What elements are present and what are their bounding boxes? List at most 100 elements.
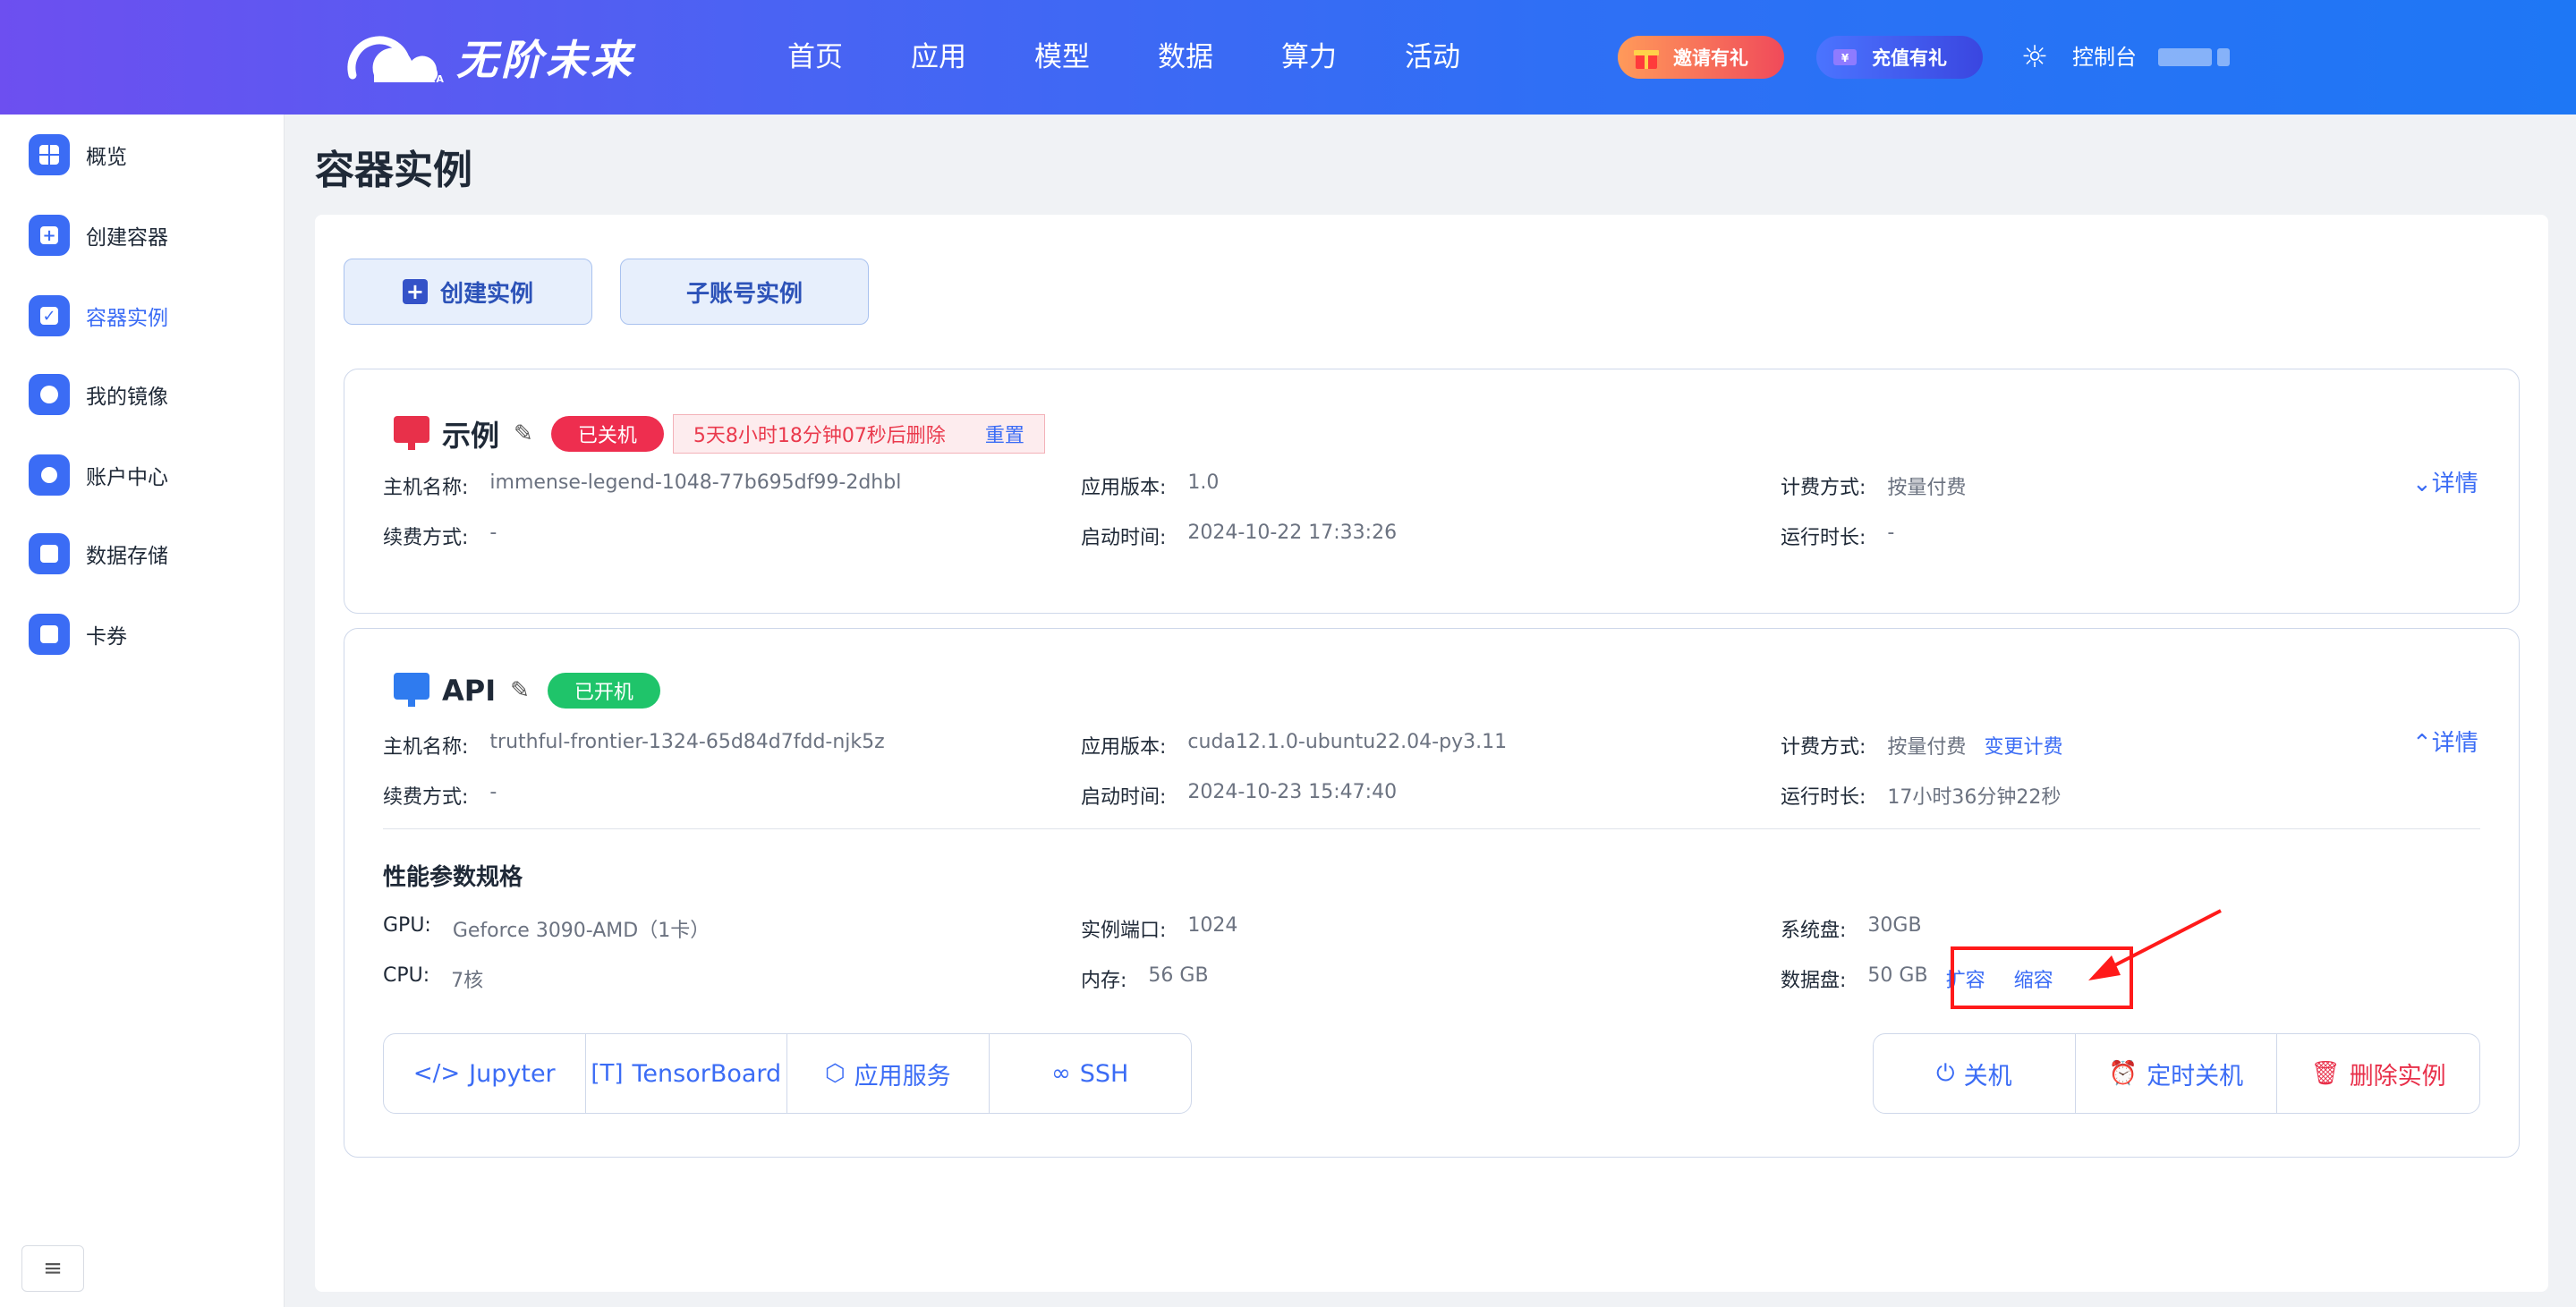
shutdown-label: 关机 <box>1963 1062 2012 1091</box>
chevron-up-icon: ⌃ <box>2412 730 2432 757</box>
ssh-button[interactable]: ∞ SSH <box>990 1034 1192 1113</box>
runtime-value: 17小时36分钟22秒 <box>1887 786 2062 809</box>
runtime-label: 运行时长: <box>1781 527 1866 549</box>
port-label: 实例端口: <box>1081 920 1167 942</box>
cpu-field: CPU: 7核 <box>383 964 483 993</box>
instance-name: 示例 <box>442 419 500 453</box>
system-disk-label: 系统盘: <box>1781 920 1847 942</box>
renew-label: 续费方式: <box>383 786 469 809</box>
nav-data[interactable]: 数据 <box>1158 36 1281 79</box>
sun-icon[interactable]: ☼ <box>2017 39 2053 75</box>
delete-instance-label: 删除实例 <box>2349 1062 2446 1091</box>
reset-link[interactable]: 重置 <box>985 420 1024 448</box>
alarm-clock-icon: ⏰ <box>2108 1060 2138 1087</box>
billing-value: 按量付费 <box>1887 736 1967 759</box>
shutdown-button[interactable]: ⏻ 关机 <box>1874 1034 2076 1113</box>
start-time-label: 启动时间: <box>1081 786 1167 809</box>
voucher-icon: ¥ <box>1827 39 1863 75</box>
create-instance-button[interactable]: + 创建实例 <box>344 259 592 325</box>
instance-title: API ✎ 已开机 <box>394 673 660 709</box>
sidebar-item-overview[interactable]: 概览 <box>29 132 261 177</box>
billing-label: 计费方式: <box>1781 736 1866 759</box>
container-icon: ✓ <box>29 295 70 336</box>
logo-mark: AIVINLA <box>344 25 444 89</box>
details-toggle[interactable]: ⌃详情 <box>2412 725 2478 758</box>
delete-instance-button[interactable]: 🗑 删除实例 <box>2277 1034 2479 1113</box>
runtime-field: 运行时长: - <box>1781 522 1894 550</box>
grid-icon <box>29 134 70 175</box>
account-icon <box>29 454 70 496</box>
sidebar-item-coupons[interactable]: 卡券 <box>29 612 261 657</box>
details-toggle[interactable]: ⌄详情 <box>2412 465 2478 498</box>
console-link[interactable]: 控制台 <box>2072 39 2137 75</box>
cube-icon: ⬡ <box>824 1060 846 1087</box>
cpu-value: 7核 <box>451 970 484 992</box>
sidebar-item-data-storage[interactable]: 数据存储 <box>29 531 261 576</box>
memory-value: 56 GB <box>1148 964 1209 987</box>
sub-account-instances-button[interactable]: 子账号实例 <box>620 259 869 325</box>
sidebar-collapse-button[interactable]: ≡ <box>21 1245 84 1292</box>
sidebar-item-create-container[interactable]: + 创建容器 <box>29 213 261 258</box>
tensorboard-icon: [T] <box>591 1060 624 1087</box>
start-time-field: 启动时间: 2024-10-22 17:33:26 <box>1081 522 1397 550</box>
invite-reward-button[interactable]: 邀请有礼 <box>1618 36 1784 79</box>
data-disk-label: 数据盘: <box>1781 970 1847 992</box>
sidebar-item-account-center[interactable]: 账户中心 <box>29 453 261 497</box>
power-icon: ⏻ <box>1936 1059 1955 1087</box>
tensorboard-button[interactable]: [T] TensorBoard <box>586 1034 787 1113</box>
memory-field: 内存: 56 GB <box>1081 964 1209 993</box>
nav-events[interactable]: 活动 <box>1405 36 1528 79</box>
nav-apps[interactable]: 应用 <box>911 36 1034 79</box>
sidebar-item-label: 卡券 <box>86 625 127 649</box>
scheduled-shutdown-label: 定时关机 <box>2147 1062 2244 1091</box>
invite-reward-label: 邀请有礼 <box>1673 47 1748 69</box>
runtime-field: 运行时长: 17小时36分钟22秒 <box>1781 781 2061 810</box>
gpu-value: Geforce 3090-AMD（1卡） <box>452 920 710 942</box>
sidebar: 概览 + 创建容器 ✓ 容器实例 我的镜像 账户中心 数据存储 卡券 <box>0 115 285 1307</box>
divider <box>383 828 2480 829</box>
coupon-icon <box>29 614 70 655</box>
sidebar-item-container-instances[interactable]: ✓ 容器实例 <box>29 293 261 338</box>
details-label: 详情 <box>2431 730 2478 757</box>
gpu-field: GPU: Geforce 3090-AMD（1卡） <box>383 914 710 943</box>
billing-label: 计费方式: <box>1781 477 1866 499</box>
app-service-button[interactable]: ⬡ 应用服务 <box>787 1034 990 1113</box>
start-time-field: 启动时间: 2024-10-23 15:47:40 <box>1081 781 1397 810</box>
start-time-value: 2024-10-22 17:33:26 <box>1187 522 1398 544</box>
recharge-reward-button[interactable]: ¥ 充值有礼 <box>1816 36 1983 79</box>
port-field: 实例端口: 1024 <box>1081 914 1237 943</box>
edit-icon[interactable]: ✎ <box>510 677 530 704</box>
tensorboard-label: TensorBoard <box>632 1059 782 1088</box>
app-version-label: 应用版本: <box>1081 477 1167 499</box>
host-name-label: 主机名称: <box>383 736 469 759</box>
username-blurred[interactable] <box>2158 48 2233 66</box>
app-version-field: 应用版本: 1.0 <box>1081 471 1219 500</box>
nav-home[interactable]: 首页 <box>787 36 911 79</box>
plus-square-icon: + <box>29 215 70 256</box>
image-icon <box>29 374 70 415</box>
host-name-value: immense-legend-1048-77b695df99-2dhbl <box>489 471 902 494</box>
status-badge: 已关机 <box>550 416 664 452</box>
change-billing-link[interactable]: 变更计费 <box>1984 731 2062 760</box>
status-badge: 已开机 <box>547 673 660 709</box>
system-disk-field: 系统盘: 30GB <box>1781 914 1922 943</box>
logo[interactable]: AIVINLA 无阶未来 <box>344 25 635 89</box>
sidebar-item-label: 创建容器 <box>86 226 168 250</box>
billing-field: 计费方式: 按量付费 变更计费 <box>1781 731 2062 760</box>
jupyter-button[interactable]: </> Jupyter <box>384 1034 586 1113</box>
nav-models[interactable]: 模型 <box>1034 36 1158 79</box>
billing-field: 计费方式: 按量付费 <box>1781 471 1966 500</box>
system-disk-value: 30GB <box>1867 914 1922 937</box>
svg-text:¥: ¥ <box>1841 52 1849 64</box>
top-navigation-bar: AIVINLA 无阶未来 首页 应用 模型 数据 算力 活动 邀请有礼 ¥ 充值… <box>0 0 2576 115</box>
host-name-label: 主机名称: <box>383 477 469 499</box>
sidebar-item-my-images[interactable]: 我的镜像 <box>29 372 261 417</box>
scheduled-shutdown-button[interactable]: ⏰ 定时关机 <box>2076 1034 2278 1113</box>
cpu-label: CPU: <box>383 964 430 987</box>
delete-countdown: 5天8小时18分钟07秒后删除 重置 <box>672 414 1045 454</box>
page-title: 容器实例 <box>315 148 472 193</box>
create-instance-label: 创建实例 <box>439 280 533 308</box>
nav-compute[interactable]: 算力 <box>1281 36 1405 79</box>
edit-icon[interactable]: ✎ <box>514 420 533 447</box>
start-time-label: 启动时间: <box>1081 527 1167 549</box>
